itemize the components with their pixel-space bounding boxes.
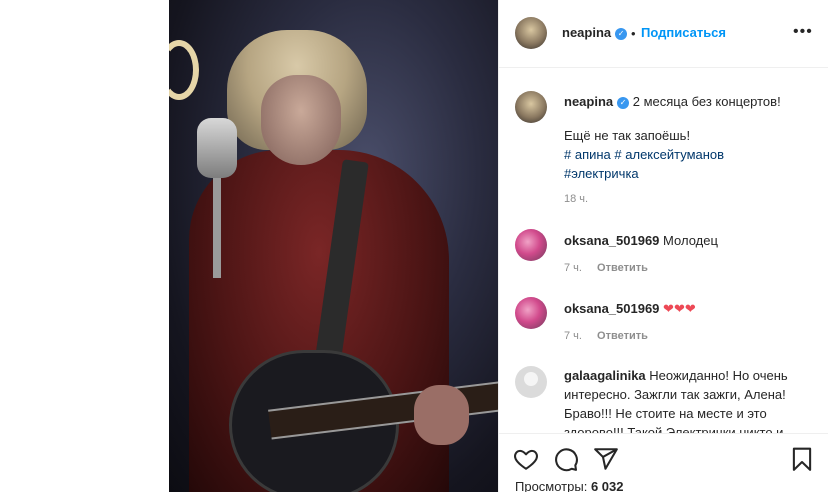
hashtag-link[interactable]: #электричка [564, 166, 639, 181]
author-username[interactable]: neapina ✓ [562, 25, 628, 40]
author-avatar[interactable] [515, 17, 547, 49]
singer-hand [414, 385, 469, 445]
singer-face [261, 75, 341, 165]
comment-text: galaagalinika Неожиданно! Но очень интер… [564, 366, 814, 433]
commenter-avatar[interactable] [515, 366, 547, 398]
comment-meta: 7 ч. Ответить [564, 262, 660, 274]
bookmark-save-icon[interactable] [789, 446, 815, 472]
views-count: 6 032 [590, 479, 624, 492]
comment-body: Молодец [663, 233, 718, 248]
microphone [197, 118, 237, 178]
action-bar [499, 433, 828, 473]
post-panel: neapina ✓ • Подписаться ••• neapina ✓ 2 ме… [498, 0, 828, 492]
commenter-username[interactable]: galaagalinika [564, 368, 646, 383]
caption-body: Ещё не так запоёшь! # апина # алексейтум… [564, 126, 724, 183]
more-options-icon[interactable]: ••• [793, 23, 813, 41]
caption-first-line: neapina ✓ 2 месяца без концертов! [564, 94, 781, 109]
caption-line: Ещё не так запоёшь! [564, 128, 691, 143]
comment-body: ❤❤❤ [663, 301, 696, 316]
comment-meta: 7 ч. Ответить [564, 330, 660, 342]
verified-icon: ✓ [615, 27, 628, 40]
caption-text: 2 месяца без концертов! [632, 94, 781, 109]
like-heart-icon[interactable] [513, 446, 539, 472]
views-label: Просмотры: [515, 479, 588, 492]
commenter-username[interactable]: oksana_501969 [564, 233, 659, 248]
separator-dot: • [631, 26, 636, 41]
commenter-avatar[interactable] [515, 229, 547, 261]
comment-time[interactable]: 7 ч. [564, 330, 582, 342]
caption-hashtags: # апина # алексейтуманов [564, 145, 724, 164]
reply-button[interactable]: Ответить [597, 330, 648, 342]
views-counter: Просмотры: 6 032 [515, 479, 624, 492]
comments-list[interactable]: neapina ✓ 2 месяца без концертов! Ещё не … [499, 69, 828, 433]
caption-timestamp[interactable]: 18 ч. [564, 193, 588, 205]
follow-button[interactable]: Подписаться [641, 25, 726, 40]
commenter-username[interactable]: oksana_501969 [564, 301, 659, 316]
caption-avatar[interactable] [515, 91, 547, 123]
hashtag-link[interactable]: # апина [564, 147, 611, 162]
post-video[interactable] [169, 0, 498, 492]
verified-icon: ✓ [617, 96, 630, 109]
commenter-avatar[interactable] [515, 297, 547, 329]
microphone-stand [213, 178, 221, 278]
post-header: neapina ✓ • Подписаться ••• [499, 0, 828, 68]
share-plane-icon[interactable] [593, 446, 619, 472]
comment-time[interactable]: 7 ч. [564, 262, 582, 274]
reply-button[interactable]: Ответить [597, 262, 648, 274]
hashtag-link[interactable]: # алексейтуманов [614, 147, 724, 162]
comment-text: oksana_501969 ❤❤❤ [564, 299, 814, 318]
comment-text: oksana_501969 Молодец [564, 231, 814, 250]
comment-bubble-icon[interactable] [553, 446, 579, 472]
ring-light [169, 40, 199, 100]
caption-username[interactable]: neapina [564, 94, 613, 109]
